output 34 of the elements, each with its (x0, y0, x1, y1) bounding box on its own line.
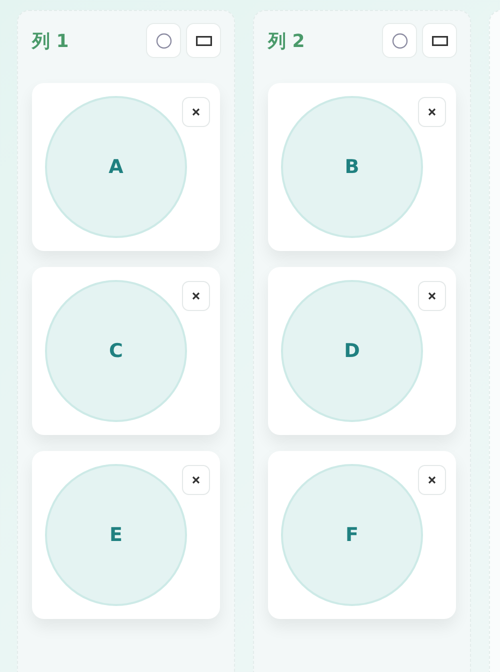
shape-label: F (346, 524, 358, 546)
circle-shape[interactable]: C (45, 280, 187, 422)
close-button[interactable] (182, 281, 210, 311)
rectangle-icon (432, 36, 448, 46)
circle-shape-button[interactable] (382, 23, 417, 58)
close-button[interactable] (418, 281, 446, 311)
column-title: 列 1 (32, 30, 69, 52)
rectangle-shape-button[interactable] (422, 23, 457, 58)
close-icon (192, 292, 200, 300)
shape-label: A (108, 156, 124, 178)
circle-icon (156, 32, 172, 48)
circle-shape-button[interactable] (146, 23, 181, 58)
column-title: 列 2 (268, 30, 305, 52)
rectangle-shape-button[interactable] (186, 23, 221, 58)
close-icon (192, 476, 200, 484)
close-button[interactable] (418, 97, 446, 127)
circle-icon (392, 32, 408, 48)
shape-label: B (344, 156, 360, 178)
circle-shape[interactable]: E (45, 464, 187, 606)
circle-shape[interactable]: D (281, 280, 423, 422)
circle-shape[interactable]: F (281, 464, 423, 606)
shape-label: E (110, 524, 122, 546)
close-button[interactable] (182, 97, 210, 127)
shape-label: D (344, 340, 360, 362)
shape-label: C (109, 340, 123, 362)
close-button[interactable] (418, 465, 446, 495)
close-button[interactable] (182, 465, 210, 495)
rectangle-icon (196, 36, 212, 46)
close-icon (428, 476, 436, 484)
circle-shape[interactable]: A (45, 96, 187, 238)
close-icon (428, 108, 436, 116)
close-icon (192, 108, 200, 116)
close-icon (428, 292, 436, 300)
circle-shape[interactable]: B (281, 96, 423, 238)
